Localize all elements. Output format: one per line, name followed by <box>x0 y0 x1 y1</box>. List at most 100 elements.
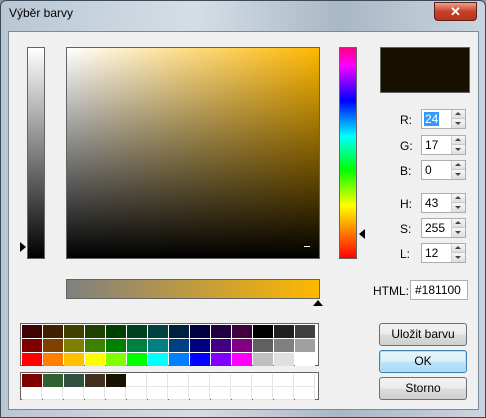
b-down-button[interactable] <box>452 170 465 179</box>
custom-color-swatch[interactable] <box>232 374 252 387</box>
custom-color-swatch[interactable] <box>232 387 252 400</box>
palette-swatch[interactable] <box>127 353 147 366</box>
palette-swatch[interactable] <box>295 325 315 338</box>
l-value[interactable]: 12 <box>425 246 438 260</box>
h-down-button[interactable] <box>452 203 465 212</box>
custom-color-swatch[interactable] <box>85 374 105 387</box>
palette-swatch[interactable] <box>64 339 84 352</box>
palette-swatch[interactable] <box>232 339 252 352</box>
palette-swatch[interactable] <box>295 339 315 352</box>
s-up-button[interactable] <box>452 219 465 228</box>
custom-color-swatch[interactable] <box>211 374 231 387</box>
palette-swatch[interactable] <box>190 325 210 338</box>
palette-swatch[interactable] <box>106 325 126 338</box>
b-up-button[interactable] <box>452 161 465 170</box>
custom-color-swatch[interactable] <box>274 387 294 400</box>
palette-swatch[interactable] <box>295 353 315 366</box>
palette-swatch[interactable] <box>211 339 231 352</box>
custom-color-swatch[interactable] <box>295 374 315 387</box>
palette-swatch[interactable] <box>43 325 63 338</box>
hue-bar[interactable] <box>339 47 357 259</box>
palette-swatch[interactable] <box>148 339 168 352</box>
palette-swatch[interactable] <box>190 353 210 366</box>
custom-color-swatch[interactable] <box>106 374 126 387</box>
custom-color-swatch[interactable] <box>211 387 231 400</box>
r-down-button[interactable] <box>452 119 465 128</box>
custom-color-swatch[interactable] <box>43 387 63 400</box>
palette-swatch[interactable] <box>43 353 63 366</box>
b-spinner[interactable]: 0 <box>421 160 466 180</box>
custom-color-swatch[interactable] <box>148 387 168 400</box>
b-value[interactable]: 0 <box>425 163 432 177</box>
palette-swatch[interactable] <box>64 353 84 366</box>
palette-swatch[interactable] <box>211 325 231 338</box>
palette-swatch[interactable] <box>274 339 294 352</box>
l-spinner[interactable]: 12 <box>421 243 466 263</box>
palette-swatch[interactable] <box>22 325 42 338</box>
palette-swatch[interactable] <box>22 353 42 366</box>
h-spinner[interactable]: 43 <box>421 193 466 213</box>
custom-color-swatch[interactable] <box>43 374 63 387</box>
title-bar[interactable]: Výběr barvy ✕ <box>1 1 485 25</box>
h-up-button[interactable] <box>452 194 465 203</box>
saturation-slider-arrow[interactable] <box>313 300 323 306</box>
g-spinner[interactable]: 17 <box>421 135 466 155</box>
saturation-bar[interactable] <box>66 279 320 299</box>
custom-color-swatch[interactable] <box>64 387 84 400</box>
palette-swatch[interactable] <box>253 339 273 352</box>
custom-color-swatch[interactable] <box>295 387 315 400</box>
saturation-value-field[interactable] <box>66 47 320 259</box>
palette-swatch[interactable] <box>127 325 147 338</box>
luminance-slider-arrow[interactable] <box>20 242 26 252</box>
r-up-button[interactable] <box>452 110 465 119</box>
palette-swatch[interactable] <box>22 339 42 352</box>
r-spinner[interactable]: 24 <box>421 109 466 129</box>
palette-swatch[interactable] <box>106 339 126 352</box>
s-value[interactable]: 255 <box>425 221 445 235</box>
palette-swatch[interactable] <box>274 353 294 366</box>
ok-button[interactable]: OK <box>379 350 467 373</box>
r-value[interactable]: 24 <box>424 112 440 126</box>
palette-swatch[interactable] <box>232 353 252 366</box>
palette-swatch[interactable] <box>85 339 105 352</box>
palette-swatch[interactable] <box>253 325 273 338</box>
palette-swatch[interactable] <box>169 325 189 338</box>
l-down-button[interactable] <box>452 253 465 262</box>
g-up-button[interactable] <box>452 136 465 145</box>
custom-color-swatch[interactable] <box>22 387 42 400</box>
html-color-value[interactable]: #181100 <box>415 283 461 297</box>
custom-color-swatch[interactable] <box>106 387 126 400</box>
palette-swatch[interactable] <box>274 325 294 338</box>
palette-swatch[interactable] <box>64 325 84 338</box>
palette-swatch[interactable] <box>127 339 147 352</box>
custom-color-swatch[interactable] <box>190 374 210 387</box>
custom-color-swatch[interactable] <box>169 374 189 387</box>
custom-color-swatch[interactable] <box>127 387 147 400</box>
custom-color-swatch[interactable] <box>253 387 273 400</box>
palette-swatch[interactable] <box>253 353 273 366</box>
palette-swatch[interactable] <box>232 325 252 338</box>
hue-slider-arrow[interactable] <box>359 229 365 239</box>
palette-swatch[interactable] <box>169 353 189 366</box>
custom-color-swatch[interactable] <box>64 374 84 387</box>
custom-color-swatch[interactable] <box>253 374 273 387</box>
palette-swatch[interactable] <box>190 339 210 352</box>
palette-swatch[interactable] <box>169 339 189 352</box>
g-down-button[interactable] <box>452 145 465 154</box>
custom-color-swatch[interactable] <box>169 387 189 400</box>
custom-color-swatch[interactable] <box>127 374 147 387</box>
custom-color-swatch[interactable] <box>274 374 294 387</box>
palette-swatch[interactable] <box>106 353 126 366</box>
g-value[interactable]: 17 <box>425 138 438 152</box>
s-down-button[interactable] <box>452 228 465 237</box>
custom-color-swatch[interactable] <box>148 374 168 387</box>
l-up-button[interactable] <box>452 244 465 253</box>
h-value[interactable]: 43 <box>425 196 438 210</box>
close-button[interactable]: ✕ <box>434 2 477 21</box>
palette-swatch[interactable] <box>85 325 105 338</box>
palette-swatch[interactable] <box>148 325 168 338</box>
custom-color-swatch[interactable] <box>22 374 42 387</box>
cancel-button[interactable]: Storno <box>379 377 467 400</box>
palette-swatch[interactable] <box>43 339 63 352</box>
html-color-field[interactable]: #181100 <box>410 280 468 300</box>
